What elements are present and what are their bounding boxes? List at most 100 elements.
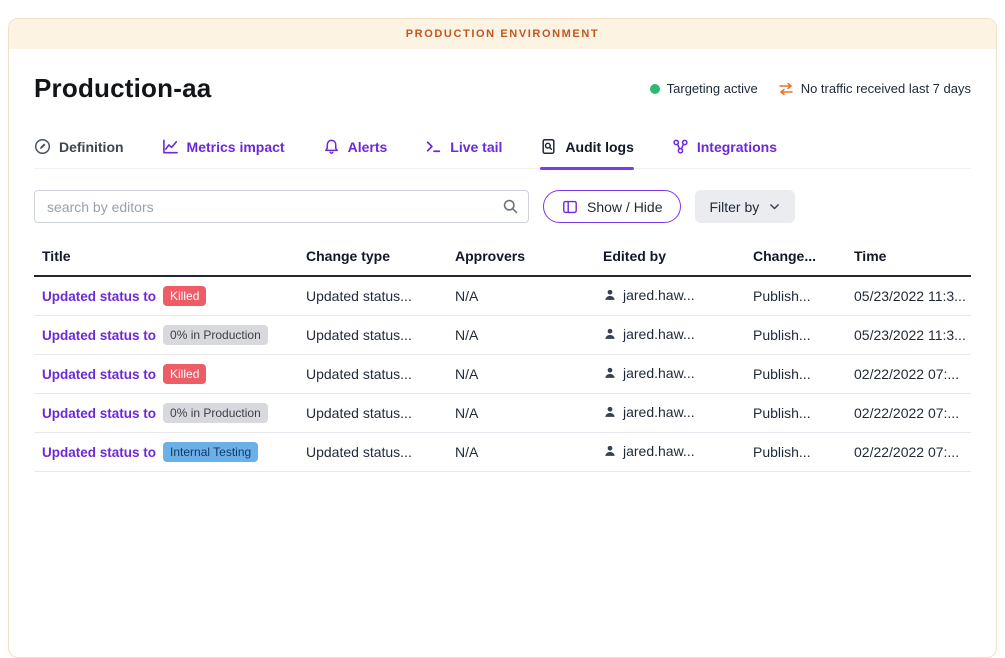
cell-approvers: N/A — [447, 433, 595, 472]
cell-change-type: Updated status... — [298, 316, 447, 355]
cell-title: Updated status to Killed — [34, 276, 298, 316]
toolbar: Show / Hide Filter by — [34, 190, 971, 223]
col-change: Change... — [745, 238, 846, 276]
environment-card: PRODUCTION ENVIRONMENT Production-aa Tar… — [8, 18, 997, 658]
audit-table: Title Change type Approvers Edited by Ch… — [34, 238, 971, 472]
traffic-status: No traffic received last 7 days — [778, 81, 971, 97]
table-row: Updated status to Killed Updated status..… — [34, 276, 971, 316]
filter-by-label: Filter by — [709, 199, 759, 215]
tab-label-metrics-impact: Metrics impact — [187, 139, 285, 155]
filter-by-button[interactable]: Filter by — [695, 190, 795, 223]
cell-title: Updated status to 0% in Production — [34, 394, 298, 433]
integrations-icon — [672, 138, 689, 155]
person-icon — [603, 444, 617, 458]
targeting-active-dot-icon — [650, 84, 660, 94]
cell-change: Publish... — [745, 355, 846, 394]
row-edited-by: jared.haw... — [623, 443, 695, 459]
row-edited-by: jared.haw... — [623, 404, 695, 420]
tab-live-tail[interactable]: Live tail — [425, 138, 502, 168]
tab-alerts[interactable]: Alerts — [323, 138, 388, 168]
show-hide-label: Show / Hide — [587, 199, 662, 215]
tab-label-integrations: Integrations — [697, 139, 777, 155]
tab-definition[interactable]: Definition — [34, 138, 124, 168]
row-edited-by: jared.haw... — [623, 287, 695, 303]
row-title-link[interactable]: Updated status to — [42, 328, 156, 343]
show-hide-button[interactable]: Show / Hide — [543, 190, 681, 223]
row-title-link[interactable]: Updated status to — [42, 367, 156, 382]
cell-change-type: Updated status... — [298, 355, 447, 394]
main-content: Production-aa Targeting active — [9, 73, 996, 472]
person-icon — [603, 288, 617, 302]
line-chart-icon — [162, 138, 179, 155]
audit-table-body: Updated status to Killed Updated status..… — [34, 276, 971, 472]
targeting-status: Targeting active — [650, 81, 758, 96]
cell-approvers: N/A — [447, 394, 595, 433]
cell-edited-by: jared.haw... — [595, 276, 745, 316]
tab-bar: Definition Metrics impact — [34, 138, 971, 169]
row-title-link[interactable]: Updated status to — [42, 406, 156, 421]
status-badge: Killed — [163, 286, 206, 306]
environment-banner-label: PRODUCTION ENVIRONMENT — [406, 28, 599, 40]
cell-approvers: N/A — [447, 316, 595, 355]
status-badge: Internal Testing — [163, 442, 258, 462]
cell-change: Publish... — [745, 394, 846, 433]
cell-edited-by: jared.haw... — [595, 433, 745, 472]
row-edited-by: jared.haw... — [623, 326, 695, 342]
col-change-type: Change type — [298, 238, 447, 276]
status-badge: 0% in Production — [163, 403, 268, 423]
audit-table-head: Title Change type Approvers Edited by Ch… — [34, 238, 971, 276]
cell-change: Publish... — [745, 316, 846, 355]
person-icon — [603, 366, 617, 380]
status-group: Targeting active No traffic received las… — [650, 81, 971, 97]
table-row: Updated status to Killed Updated status..… — [34, 355, 971, 394]
col-title: Title — [34, 238, 298, 276]
cell-change-type: Updated status... — [298, 394, 447, 433]
tab-metrics-impact[interactable]: Metrics impact — [162, 138, 285, 168]
tab-label-live-tail: Live tail — [450, 139, 502, 155]
cell-change-type: Updated status... — [298, 433, 447, 472]
search-icon — [502, 198, 519, 220]
cell-change: Publish... — [745, 433, 846, 472]
row-edited-by: jared.haw... — [623, 365, 695, 381]
status-badge: 0% in Production — [163, 325, 268, 345]
cell-edited-by: jared.haw... — [595, 394, 745, 433]
cell-change-type: Updated status... — [298, 276, 447, 316]
tab-label-alerts: Alerts — [348, 139, 388, 155]
environment-banner: PRODUCTION ENVIRONMENT — [9, 19, 996, 49]
page-title: Production-aa — [34, 73, 211, 104]
bell-icon — [323, 138, 340, 155]
table-row: Updated status to 0% in Production Update… — [34, 394, 971, 433]
cell-time: 02/22/2022 07:... — [846, 433, 971, 472]
traffic-arrows-icon — [778, 81, 794, 97]
cell-change: Publish... — [745, 276, 846, 316]
cell-time: 02/22/2022 07:... — [846, 355, 971, 394]
page-header: Production-aa Targeting active — [34, 73, 971, 104]
cell-time: 05/23/2022 11:3... — [846, 276, 971, 316]
row-title-link[interactable]: Updated status to — [42, 445, 156, 460]
person-icon — [603, 405, 617, 419]
cell-title: Updated status to Killed — [34, 355, 298, 394]
targeting-status-label: Targeting active — [667, 81, 758, 96]
terminal-icon — [425, 138, 442, 155]
table-row: Updated status to 0% in Production Update… — [34, 316, 971, 355]
person-icon — [603, 327, 617, 341]
row-title-link[interactable]: Updated status to — [42, 289, 156, 304]
status-badge: Killed — [163, 364, 206, 384]
search-box — [34, 190, 529, 223]
header-row: Title Change type Approvers Edited by Ch… — [34, 238, 971, 276]
col-edited-by: Edited by — [595, 238, 745, 276]
search-input[interactable] — [34, 190, 529, 223]
col-time: Time — [846, 238, 971, 276]
chevron-down-icon — [768, 200, 781, 213]
cell-edited-by: jared.haw... — [595, 355, 745, 394]
cell-time: 05/23/2022 11:3... — [846, 316, 971, 355]
col-approvers: Approvers — [447, 238, 595, 276]
table-row: Updated status to Internal Testing Update… — [34, 433, 971, 472]
definition-icon — [34, 138, 51, 155]
cell-approvers: N/A — [447, 276, 595, 316]
tab-label-definition: Definition — [59, 139, 124, 155]
cell-title: Updated status to 0% in Production — [34, 316, 298, 355]
audit-logs-icon — [540, 138, 557, 155]
tab-integrations[interactable]: Integrations — [672, 138, 777, 168]
tab-audit-logs[interactable]: Audit logs — [540, 138, 633, 168]
